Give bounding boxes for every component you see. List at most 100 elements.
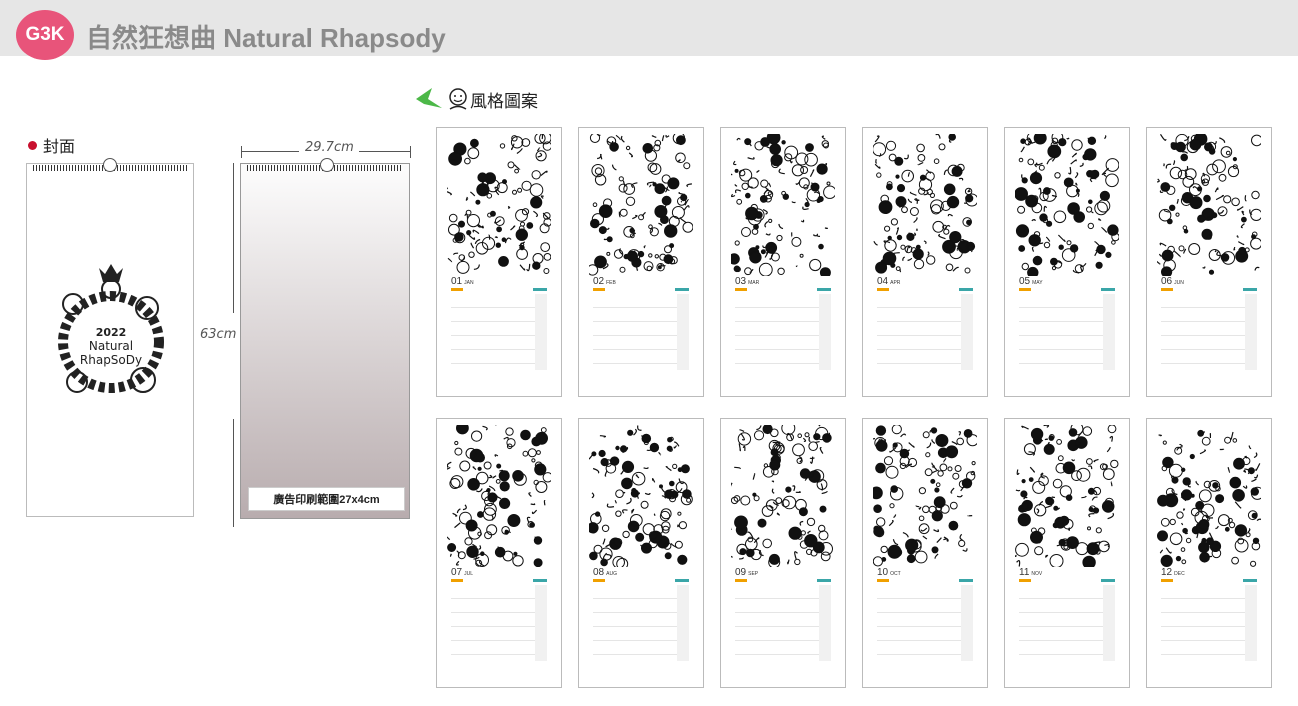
month-abbr: OCT — [890, 571, 901, 577]
month-card[interactable]: 12 DEC — [1146, 418, 1272, 688]
header-bar: G3K 自然狂想曲 Natural Rhapsody — [0, 0, 1298, 60]
month-tab-teal — [1243, 579, 1257, 582]
calendar-week-row — [1161, 308, 1257, 322]
calendar-week-row — [735, 641, 831, 655]
month-tab-teal — [675, 288, 689, 291]
calendar-week-row — [1019, 308, 1115, 322]
month-label: 12 DEC — [1161, 567, 1185, 578]
calendar-week-row — [877, 585, 973, 599]
month-card[interactable]: 04 APR — [862, 127, 988, 397]
month-tab-orange — [877, 288, 889, 291]
month-card[interactable]: 10 OCT — [862, 418, 988, 688]
calendar-week-row — [735, 322, 831, 336]
month-card[interactable]: 06 JUN — [1146, 127, 1272, 397]
month-card[interactable]: 11 NOV — [1004, 418, 1130, 688]
calendar-grid — [451, 585, 547, 661]
calendar-week-row — [1019, 585, 1115, 599]
month-number: 09 — [735, 567, 747, 578]
calendar-week-row — [451, 308, 547, 322]
calendar-week-row — [735, 599, 831, 613]
month-card[interactable]: 02 FEB — [578, 127, 704, 397]
month-tab-orange — [877, 579, 889, 582]
month-number: 06 — [1161, 276, 1173, 287]
cover-label: 封面 — [28, 133, 75, 157]
doodle-artwork — [589, 134, 693, 276]
calendar-week-row — [877, 350, 973, 364]
width-label: 29.7cm — [305, 140, 354, 155]
calendar-week-row — [1019, 350, 1115, 364]
cover-title-text-1: Natural — [89, 339, 133, 353]
calendar-week-row — [1161, 294, 1257, 308]
month-abbr: MAR — [748, 280, 760, 286]
month-abbr: AUG — [606, 571, 617, 577]
calendar-week-row — [1019, 599, 1115, 613]
calendar-grid — [1161, 585, 1257, 661]
calendar-week-row — [593, 585, 689, 599]
calendar-week-row — [451, 641, 547, 655]
month-tab-orange — [593, 288, 605, 291]
calendar-week-row — [735, 308, 831, 322]
month-label: 09 SEP — [735, 567, 758, 578]
month-card[interactable]: 07 JUL — [436, 418, 562, 688]
calendar-grid — [877, 585, 973, 661]
calendar-week-row — [593, 308, 689, 322]
hanger-hook-icon — [320, 158, 334, 172]
month-tab-teal — [533, 579, 547, 582]
calendar-week-row — [877, 308, 973, 322]
doodle-artwork — [873, 425, 977, 567]
doodle-artwork — [731, 134, 835, 276]
doodle-artwork — [1157, 134, 1261, 276]
calendar-week-row — [451, 350, 547, 364]
leaf-icon — [416, 88, 442, 108]
calendar-grid — [593, 294, 689, 370]
cover-doodle-wreath: 2022 Natural RhapSoDy — [58, 264, 164, 393]
calendar-week-row — [1161, 322, 1257, 336]
styles-heading: 風格圖案 — [414, 86, 538, 112]
calendar-week-row — [735, 336, 831, 350]
month-tab-teal — [817, 579, 831, 582]
calendar-week-row — [451, 336, 547, 350]
month-number: 11 — [1019, 567, 1030, 578]
calendar-week-row — [877, 322, 973, 336]
month-number: 10 — [877, 567, 889, 578]
cover-preview: 2022 Natural RhapSoDy — [26, 158, 194, 517]
month-number: 02 — [593, 276, 605, 287]
calendar-grid — [1161, 294, 1257, 370]
calendar-week-row — [451, 294, 547, 308]
calendar-week-row — [1019, 627, 1115, 641]
month-abbr: JUL — [464, 571, 474, 577]
month-number: 08 — [593, 567, 605, 578]
month-tab-teal — [959, 579, 973, 582]
calendar-grid — [1019, 585, 1115, 661]
calendar-week-row — [593, 350, 689, 364]
month-card[interactable]: 05 MAY — [1004, 127, 1130, 397]
page-title: 自然狂想曲 Natural Rhapsody — [86, 23, 446, 53]
width-dimension: 29.7cm — [241, 140, 411, 158]
month-card[interactable]: 01 JAN — [436, 127, 562, 397]
styles-label: 風格圖案 — [470, 91, 538, 111]
month-label: 01 JAN — [451, 276, 474, 287]
calendar-week-row — [451, 613, 547, 627]
month-tab-teal — [533, 288, 547, 291]
month-card[interactable]: 08 AUG — [578, 418, 704, 688]
calendar-week-row — [1019, 613, 1115, 627]
calendar-week-row — [1161, 641, 1257, 655]
calendar-week-row — [593, 599, 689, 613]
month-number: 01 — [451, 276, 463, 287]
calendar-week-row — [593, 627, 689, 641]
calendar-grid — [1019, 294, 1115, 370]
month-card[interactable]: 09 SEP — [720, 418, 846, 688]
calendar-week-row — [1161, 599, 1257, 613]
month-label: 06 JUN — [1161, 276, 1184, 287]
calendar-week-row — [593, 294, 689, 308]
month-tab-orange — [1019, 579, 1031, 582]
month-tab-orange — [451, 579, 463, 582]
month-card[interactable]: 03 MAR — [720, 127, 846, 397]
calendar-board-preview — [240, 158, 410, 519]
calendar-grid — [451, 294, 547, 370]
print-area-label: 廣告印刷範圍27x4cm — [248, 487, 405, 511]
calendar-week-row — [593, 641, 689, 655]
g3k-logo: G3K — [16, 10, 74, 60]
month-label: 07 JUL — [451, 567, 473, 578]
month-tab-orange — [1019, 288, 1031, 291]
